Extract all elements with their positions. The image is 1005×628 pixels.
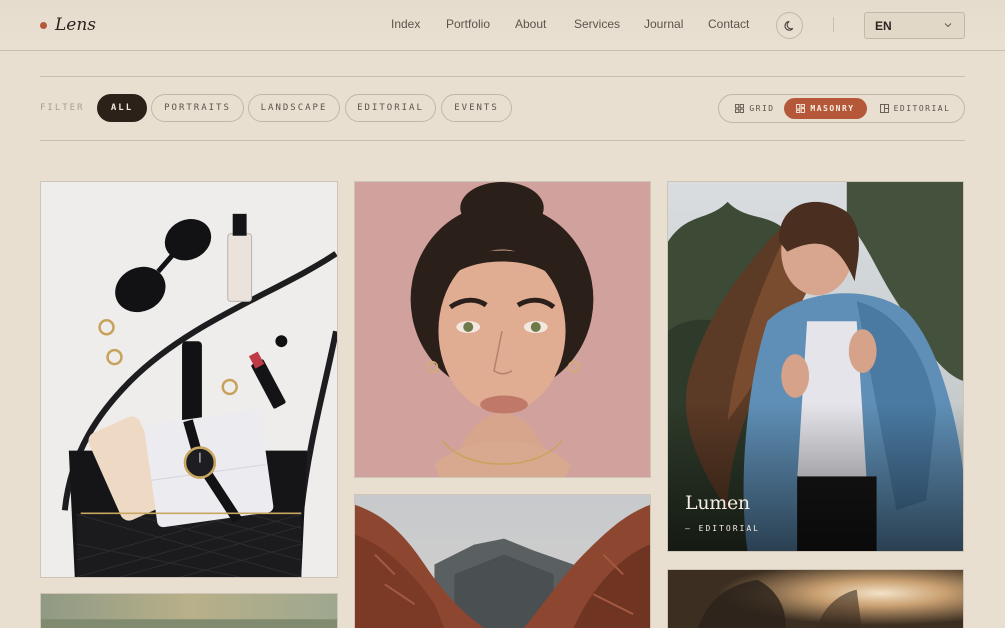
view-option-masonry[interactable]: MASONRY	[784, 98, 867, 119]
view-option-grid-label: GRID	[749, 104, 775, 113]
gallery-item-field[interactable]	[40, 593, 338, 628]
view-option-grid[interactable]: GRID	[725, 98, 785, 119]
masonry-icon	[796, 104, 806, 113]
backlit-photo	[668, 570, 963, 628]
card-caption: Lumen — EDITORIAL	[685, 492, 760, 533]
nav-item-portfolio[interactable]: Portfolio	[446, 17, 490, 31]
view-option-editorial[interactable]: EDITORIAL	[873, 98, 957, 119]
nav-item-index[interactable]: Index	[391, 17, 420, 31]
card-title: Lumen	[685, 492, 750, 514]
language-value: EN	[875, 18, 892, 33]
gallery-item-flatlay[interactable]	[40, 181, 338, 578]
portrait-pink-photo	[355, 182, 650, 477]
filter-bottom-rule	[40, 140, 965, 141]
site-header: Lens Index Portfolio About Services Jour…	[0, 0, 1005, 51]
filter-pill-events[interactable]: EVENTS	[441, 94, 512, 122]
view-option-masonry-label: MASONRY	[810, 104, 855, 113]
editorial-layout-icon	[879, 104, 889, 113]
moon-icon	[783, 20, 793, 31]
gallery-item-portrait-denim[interactable]: Lumen — EDITORIAL	[667, 181, 964, 552]
nav-item-services[interactable]: Services	[574, 17, 620, 31]
view-mode-toggle: GRID MASONRY EDITORIAL	[718, 94, 965, 123]
nav-item-journal[interactable]: Journal	[644, 17, 683, 31]
nav-item-about[interactable]: About	[515, 17, 546, 31]
gallery-item-backlit[interactable]	[667, 569, 964, 628]
filter-top-rule	[40, 76, 965, 77]
flatlay-photo	[41, 182, 337, 577]
view-option-editorial-label: EDITORIAL	[893, 104, 951, 113]
grid-icon	[735, 104, 745, 113]
chevron-down-icon	[944, 23, 952, 28]
theme-toggle-button[interactable]	[776, 12, 803, 39]
nav-divider	[833, 17, 834, 32]
gallery-item-canyon[interactable]	[354, 494, 651, 628]
card-category: — EDITORIAL	[685, 524, 760, 533]
filter-pill-portraits[interactable]: PORTRAITS	[151, 94, 244, 122]
canyon-photo	[355, 495, 650, 628]
language-select[interactable]: EN	[864, 12, 965, 39]
nav-item-contact[interactable]: Contact	[708, 17, 749, 31]
filter-pill-landscape[interactable]: LANDSCAPE	[248, 94, 340, 122]
main-nav: Index Portfolio About Services Journal C…	[0, 17, 1005, 33]
gallery-item-portrait-pink[interactable]	[354, 181, 651, 478]
filter-pill-editorial[interactable]: EDITORIAL	[345, 94, 436, 122]
filter-label: FILTER	[40, 103, 85, 113]
field-photo	[41, 594, 337, 628]
filter-pill-all[interactable]: ALL	[97, 94, 147, 122]
